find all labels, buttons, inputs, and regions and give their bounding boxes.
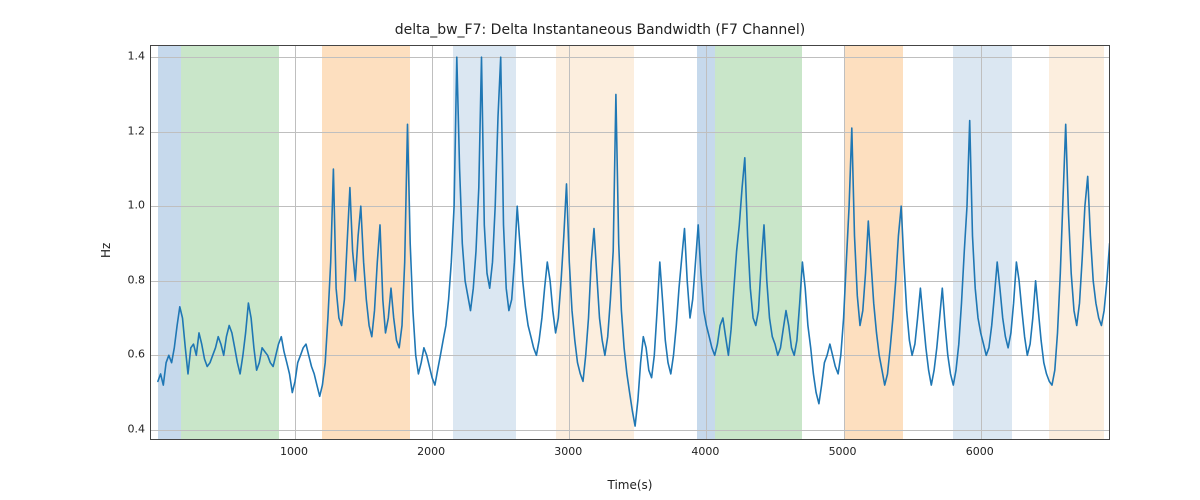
y-tick-label: 1.2 bbox=[115, 124, 145, 137]
chart-title: delta_bw_F7: Delta Instantaneous Bandwid… bbox=[0, 22, 1200, 38]
x-tick-label: 3000 bbox=[554, 445, 582, 458]
x-axis-label: Time(s) bbox=[150, 478, 1110, 492]
x-tick-label: 4000 bbox=[691, 445, 719, 458]
y-tick-label: 1.0 bbox=[115, 199, 145, 212]
y-axis-label: Hz bbox=[96, 0, 116, 500]
line-path bbox=[158, 57, 1110, 426]
y-tick-label: 1.4 bbox=[115, 50, 145, 63]
line-series bbox=[151, 46, 1109, 439]
x-tick-label: 6000 bbox=[966, 445, 994, 458]
plot-area bbox=[150, 45, 1110, 440]
x-tick-label: 2000 bbox=[417, 445, 445, 458]
y-tick-label: 0.6 bbox=[115, 348, 145, 361]
x-tick-label: 1000 bbox=[280, 445, 308, 458]
x-tick-label: 5000 bbox=[829, 445, 857, 458]
chart-container: delta_bw_F7: Delta Instantaneous Bandwid… bbox=[0, 0, 1200, 500]
y-tick-label: 0.4 bbox=[115, 422, 145, 435]
y-tick-label: 0.8 bbox=[115, 273, 145, 286]
